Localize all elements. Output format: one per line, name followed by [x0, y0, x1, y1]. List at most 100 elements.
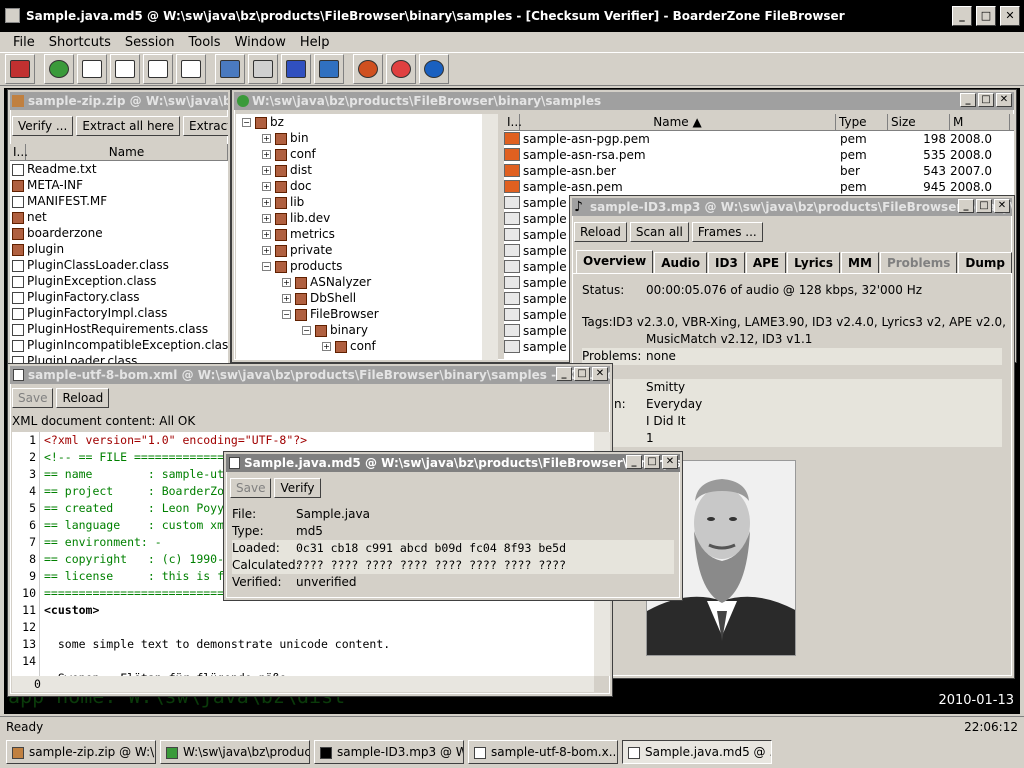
expand-icon[interactable]: − [282, 310, 291, 319]
list-item[interactable]: PluginException.class [10, 273, 228, 289]
list-item[interactable]: PluginHostRequirements.class [10, 321, 228, 337]
grid-icon-button-8[interactable] [281, 54, 311, 84]
id3-close-button[interactable]: ✕ [994, 199, 1010, 213]
zip-file-list[interactable]: Readme.txt META-INF MANIFEST.MF net boarderz… [10, 161, 228, 367]
tree-node[interactable]: + DbShell [236, 290, 482, 306]
taskbar-item[interactable]: sample-ID3.mp3 @ W... [314, 740, 464, 764]
xml-window-titlebar[interactable]: sample-utf-8-bom.xml @ W:\sw\java\bz\pro… [10, 366, 610, 384]
app-icon[interactable] [5, 8, 20, 23]
id3-reload-button[interactable]: Reload [574, 222, 627, 242]
id3-minimize-button[interactable]: _ [958, 199, 974, 213]
expand-icon[interactable]: + [262, 246, 271, 255]
window-icon-button-3[interactable] [110, 54, 140, 84]
filter-icon-button-7[interactable] [248, 54, 278, 84]
menu-window[interactable]: Window [228, 35, 293, 50]
tab-mm[interactable]: MM [841, 252, 879, 273]
list-item[interactable]: net [10, 209, 228, 225]
file-col-1[interactable]: Name ▲ [520, 114, 836, 130]
zip-col-icon[interactable]: I... [10, 144, 28, 160]
list-item[interactable]: PluginFactoryImpl.class [10, 305, 228, 321]
file-col-2[interactable]: Type [836, 114, 888, 130]
expand-icon[interactable]: + [262, 230, 271, 239]
browser-minimize-button[interactable]: _ [960, 93, 976, 107]
tab-dump[interactable]: Dump [958, 252, 1012, 273]
menu-help[interactable]: Help [293, 35, 337, 50]
tab-audio[interactable]: Audio [654, 252, 708, 273]
expand-icon[interactable]: − [242, 118, 251, 127]
expand-icon[interactable]: − [302, 326, 311, 335]
list-item[interactable]: boarderzone [10, 225, 228, 241]
exit-icon-button-0[interactable] [5, 54, 35, 84]
taskbar-item[interactable]: sample-utf-8-bom.x... [468, 740, 618, 764]
tree-node[interactable]: + bin [236, 130, 482, 146]
frames-button[interactable]: Frames ... [691, 222, 763, 242]
table-row[interactable]: sample-asn.ber ber 543 2007.0 [504, 163, 1014, 179]
tree-node[interactable]: + ASNalyzer [236, 274, 482, 290]
tree-node[interactable]: − binary [236, 322, 482, 338]
tree-node[interactable]: + doc [236, 178, 482, 194]
tree-node[interactable]: + dist [236, 162, 482, 178]
window-icon-button-5[interactable] [176, 54, 206, 84]
list-item[interactable]: META-INF [10, 177, 228, 193]
tree-node[interactable]: + lib [236, 194, 482, 210]
table-row[interactable]: sample-asn-pgp.pem pem 198 2008.0 [504, 131, 1014, 147]
xml-save-button[interactable]: Save [12, 388, 54, 408]
md5-save-button[interactable]: Save [230, 478, 272, 498]
expand-icon[interactable]: + [282, 278, 291, 287]
browser-window-titlebar[interactable]: W:\sw\java\bz\products\FileBrowser\binar… [234, 92, 1014, 110]
tree-node[interactable]: − products [236, 258, 482, 274]
xml-scrollbar-h[interactable]: 0 [12, 676, 594, 692]
tab-ape[interactable]: APE [745, 252, 787, 273]
md5-verify-button[interactable]: Verify [274, 478, 321, 498]
tree-node[interactable]: + conf [236, 146, 482, 162]
browser-close-button[interactable]: ✕ [996, 93, 1012, 107]
tree-node[interactable]: + lib.dev [236, 210, 482, 226]
expand-icon[interactable]: − [262, 262, 271, 271]
disk-icon-button-9[interactable] [314, 54, 344, 84]
tab-id3[interactable]: ID3 [708, 252, 745, 273]
expand-icon[interactable]: + [262, 150, 271, 159]
tree-node[interactable]: + metrics [236, 226, 482, 242]
expand-icon[interactable]: + [262, 166, 271, 175]
list-item[interactable]: plugin [10, 241, 228, 257]
tree-icon-button-1[interactable] [44, 54, 74, 84]
file-col-4[interactable]: M [950, 114, 1010, 130]
expand-icon[interactable]: + [282, 294, 291, 303]
scan-all-button[interactable]: Scan all [629, 222, 689, 242]
expand-icon[interactable]: + [322, 342, 331, 351]
expand-icon[interactable]: + [262, 182, 271, 191]
tree-node[interactable]: − FileBrowser [236, 306, 482, 322]
md5-window-titlebar[interactable]: Sample.java.md5 @ W:\sw\java\bz\products… [226, 454, 680, 472]
taskbar-item[interactable]: sample-zip.zip @ W:\... [6, 740, 156, 764]
tab-problems[interactable]: Problems [879, 252, 958, 273]
id3-window-titlebar[interactable]: ♪ sample-ID3.mp3 @ W:\sw\java\bz\product… [572, 198, 1012, 216]
lifebuoy-icon-button-11[interactable] [386, 54, 416, 84]
close-button[interactable]: ✕ [1000, 6, 1020, 26]
expand-icon[interactable]: + [262, 214, 271, 223]
table-row[interactable]: sample-asn-rsa.pem pem 535 2008.0 [504, 147, 1014, 163]
folder-tree[interactable]: − bz + bin + conf + dist + doc + lib + lib.dev + metric… [236, 114, 482, 360]
list-item[interactable]: Readme.txt [10, 161, 228, 177]
tab-overview[interactable]: Overview [576, 250, 654, 273]
md5-minimize-button[interactable]: _ [626, 455, 642, 469]
list-item[interactable]: PluginFactory.class [10, 289, 228, 305]
list-item[interactable]: PluginIncompatibleException.class [10, 337, 228, 353]
menu-file[interactable]: File [6, 35, 42, 50]
tree-node[interactable]: − bz [236, 114, 482, 130]
table-row[interactable]: sample-asn.pem pem 945 2008.0 [504, 179, 1014, 195]
tab-lyrics[interactable]: Lyrics [787, 252, 841, 273]
menu-shortcuts[interactable]: Shortcuts [42, 35, 118, 50]
verify-button[interactable]: Verify ... [12, 116, 74, 136]
md5-close-button[interactable]: ✕ [662, 455, 678, 469]
taskbar-item[interactable]: Sample.java.md5 @ ... [622, 740, 772, 764]
taskbar-item[interactable]: W:\sw\java\bz\product... [160, 740, 310, 764]
xml-minimize-button[interactable]: _ [556, 367, 572, 381]
tree-scrollbar[interactable] [482, 114, 498, 360]
xml-maximize-button[interactable]: □ [574, 367, 590, 381]
extract-all-to-button[interactable]: Extract all to [182, 116, 228, 136]
list-item[interactable]: MANIFEST.MF [10, 193, 228, 209]
list-item[interactable]: PluginClassLoader.class [10, 257, 228, 273]
browser-maximize-button[interactable]: □ [978, 93, 994, 107]
id3-maximize-button[interactable]: □ [976, 199, 992, 213]
md5-maximize-button[interactable]: □ [644, 455, 660, 469]
